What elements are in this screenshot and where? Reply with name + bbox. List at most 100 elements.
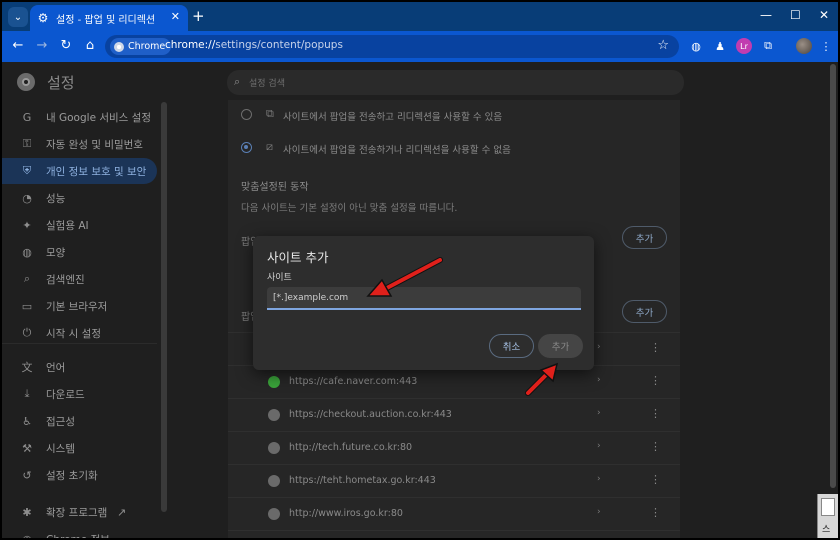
tab-title: 설정 - 팝업 및 리디렉션	[56, 14, 156, 26]
window-close-button[interactable]: ✕	[819, 8, 829, 22]
sidebar-item-label: Chrome 정보	[46, 532, 110, 539]
search-icon: ⌕	[234, 75, 241, 88]
search-placeholder: 설정 검색	[249, 79, 285, 89]
sidebar-item-12[interactable]: ⚒ 시스템	[2, 435, 157, 461]
site-chip[interactable]: Chrome	[110, 38, 172, 55]
back-icon[interactable]: ←	[10, 38, 26, 54]
sidebar-item-icon: ✱	[22, 505, 32, 519]
tab-close-icon[interactable]: ✕	[171, 10, 180, 23]
more-actions-icon[interactable]: ⋮	[650, 374, 661, 387]
sidebar-item-label: 시스템	[46, 442, 75, 455]
tab-strip: ⌄ ⚙ 설정 - 팝업 및 리디렉션 ✕ + — ☐ ✕	[2, 2, 838, 31]
bookmark-star-icon[interactable]: ☆	[657, 38, 669, 53]
taskbar-notification[interactable]: 스	[817, 494, 838, 538]
lr-extension-icon[interactable]: Lr	[736, 38, 752, 54]
home-icon[interactable]: ⌂	[82, 38, 98, 54]
sidebar-item-icon: ⚒	[22, 441, 32, 455]
sidebar-item-6[interactable]: ⌕ 검색엔진	[2, 266, 157, 292]
sidebar-item-icon: ⤓	[24, 387, 30, 400]
chevron-right-icon[interactable]: ›	[597, 474, 601, 484]
profile-avatar[interactable]	[796, 38, 812, 54]
maximize-button[interactable]: ☐	[790, 8, 801, 22]
site-row[interactable]: https://stat.jeonbuk.go.kr:443›⋮	[228, 530, 680, 538]
sidebar-item-13[interactable]: ↺ 설정 초기화	[2, 462, 157, 488]
sidebar-item-9[interactable]: 文 언어	[2, 354, 157, 380]
sidebar-item-label: 기본 브라우저	[46, 300, 108, 313]
site-row[interactable]: http://tech.future.co.kr:80 › ⋮	[228, 431, 680, 464]
chevron-right-icon[interactable]: ›	[597, 408, 601, 418]
settings-search-input[interactable]: ⌕ 설정 검색	[227, 70, 684, 95]
sidebar-item-icon: ♿	[22, 414, 32, 428]
site-input[interactable]	[267, 287, 581, 310]
add-allowed-site-button[interactable]: 추가	[622, 226, 667, 249]
sidebar-item-5[interactable]: ◍ 모양	[2, 239, 157, 265]
site-url: https://teht.hometax.go.kr:443	[289, 475, 436, 486]
incognito-extension-icon[interactable]: ♟	[712, 38, 728, 54]
more-actions-icon[interactable]: ⋮	[650, 473, 661, 486]
sidebar-item-14[interactable]: ✱ 확장 프로그램 ↗	[2, 499, 157, 525]
radio-button-selected[interactable]	[241, 142, 252, 153]
sidebar-item-label: 시작 시 설정	[46, 327, 101, 340]
add-button[interactable]: 추가	[538, 334, 583, 358]
sidebar-item-3[interactable]: ◔ 성능	[2, 185, 157, 211]
sidebar-scrollbar[interactable]	[161, 102, 167, 512]
add-blocked-site-button[interactable]: 추가	[622, 300, 667, 323]
sidebar-item-11[interactable]: ♿ 접근성	[2, 408, 157, 434]
site-url: http://www.iros.go.kr:80	[289, 508, 403, 519]
globe-icon	[268, 475, 280, 487]
more-actions-icon[interactable]: ⋮	[650, 506, 661, 519]
more-menu-icon[interactable]: ⋮	[818, 38, 834, 54]
page-scrollbar-thumb[interactable]	[830, 64, 836, 488]
sidebar-item-icon: 文	[21, 361, 33, 374]
sidebar-item-7[interactable]: ▭ 기본 브라우저	[2, 293, 157, 319]
new-tab-button[interactable]: +	[192, 8, 205, 24]
sidebar-item-15[interactable]: ◉ Chrome 정보	[2, 526, 157, 539]
page-title: 설정	[47, 74, 75, 92]
cancel-button[interactable]: 취소	[489, 334, 534, 358]
radio-block-popups[interactable]: ⧄ 사이트에서 팝업을 전송하거나 리디렉션을 사용할 수 없음	[228, 133, 680, 163]
url-text[interactable]: chrome://settings/content/popups	[165, 39, 343, 51]
globe-icon	[268, 508, 280, 520]
url-path: settings/content/popups	[215, 39, 343, 51]
sidebar-item-icon: ⌕	[23, 272, 31, 285]
blocked-window-icon: ⧄	[266, 140, 273, 153]
sidebar-item-10[interactable]: ⤓ 다운로드	[2, 381, 157, 407]
radio-block-label: 사이트에서 팝업을 전송하거나 리디렉션을 사용할 수 없음	[283, 145, 511, 156]
chevron-right-icon[interactable]: ›	[597, 342, 601, 352]
chrome-logo-icon	[114, 41, 124, 52]
sidebar-item-label: 설정 초기화	[46, 469, 98, 482]
site-row[interactable]: https://teht.hometax.go.kr:443 › ⋮	[228, 464, 680, 497]
sidebar-item-label: 개인 정보 보호 및 보안	[46, 165, 147, 178]
sidebar-item-2[interactable]: ⛨ 개인 정보 보호 및 보안	[2, 158, 157, 184]
sidebar-item-1[interactable]: ⚿ 자동 완성 및 비밀번호	[2, 131, 157, 157]
site-row[interactable]: http://www.iros.go.kr:80 › ⋮	[228, 497, 680, 530]
chevron-right-icon[interactable]: ›	[597, 441, 601, 451]
more-actions-icon[interactable]: ⋮	[650, 407, 661, 420]
toolbar: ← → ↻ ⌂ Chrome chrome://settings/content…	[2, 31, 838, 62]
external-link-icon: ↗	[117, 505, 127, 519]
sidebar-item-0[interactable]: G 내 Google 서비스 설정	[2, 104, 157, 130]
sidebar-item-icon: ◉	[20, 533, 34, 539]
globe-extension-icon[interactable]: ◍	[688, 38, 704, 54]
minimize-button[interactable]: —	[760, 8, 772, 22]
forward-icon[interactable]: →	[34, 38, 50, 54]
chevron-right-icon[interactable]: ›	[597, 507, 601, 517]
radio-button[interactable]	[241, 109, 252, 120]
add-site-dialog: 사이트 추가 사이트 취소 추가	[253, 236, 594, 370]
dialog-title: 사이트 추가	[267, 250, 329, 265]
settings-sidebar: G 내 Google 서비스 설정 ⚿ 자동 완성 및 비밀번호 ⛨ 개인 정보 보호 및…	[2, 100, 167, 538]
settings-header: 설정 ⌕ 설정 검색	[2, 62, 838, 100]
reload-icon[interactable]: ↻	[58, 38, 74, 54]
more-actions-icon[interactable]: ⋮	[650, 341, 661, 354]
site-row[interactable]: https://checkout.auction.co.kr:443 › ⋮	[228, 398, 680, 431]
sidebar-item-icon: ◍	[22, 245, 32, 259]
sidebar-item-4[interactable]: ✦ 실험용 AI	[2, 212, 157, 238]
address-bar[interactable]: Chrome chrome://settings/content/popups …	[105, 35, 679, 58]
tab-search-button[interactable]: ⌄	[8, 7, 28, 27]
globe-icon	[268, 409, 280, 421]
more-actions-icon[interactable]: ⋮	[650, 440, 661, 453]
extensions-puzzle-icon[interactable]: ⧉	[760, 38, 776, 54]
tab-settings[interactable]: ⚙ 설정 - 팝업 및 리디렉션 ✕	[30, 5, 188, 31]
chevron-right-icon[interactable]: ›	[597, 375, 601, 385]
radio-allow-popups[interactable]: ⧉ 사이트에서 팝업을 전송하고 리디렉션을 사용할 수 있음	[228, 100, 680, 130]
